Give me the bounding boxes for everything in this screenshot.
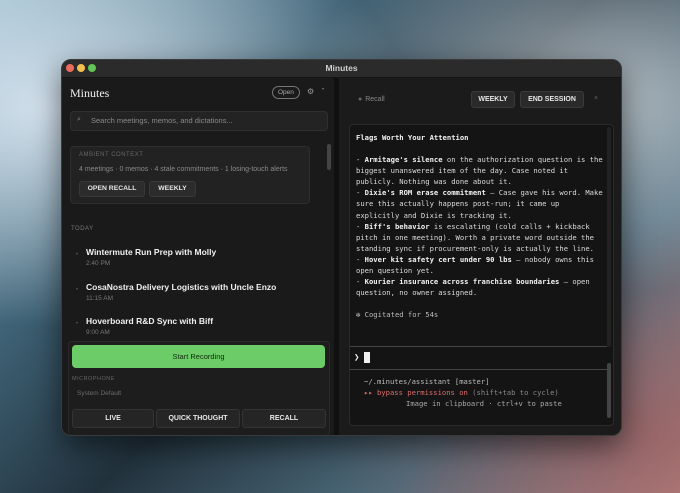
- clipboard-hint: Image in clipboard · ctrl+v to paste: [406, 399, 562, 408]
- close-icon[interactable]: ×: [594, 95, 598, 102]
- prompt-icon: ❯: [354, 353, 360, 363]
- end-session-button[interactable]: END SESSION: [520, 91, 584, 108]
- quick-thought-button[interactable]: QUICK THOUGHT: [156, 409, 240, 428]
- sidebar-pane: Minutes Open ⚙ • ⌕ Search meetings, memo…: [62, 78, 334, 435]
- terminal-scroll-track: [607, 127, 611, 347]
- flag-item: - Biff's behavior is escalating (cold ca…: [356, 221, 594, 253]
- bullet-icon: •: [76, 287, 79, 293]
- search-icon: ⌕: [77, 116, 81, 123]
- search-placeholder: Search meetings, memos, and dictations..…: [91, 116, 233, 125]
- more-dot-icon[interactable]: •: [322, 87, 324, 93]
- ambient-label: AMBIENT CONTEXT: [79, 152, 144, 158]
- recording-panel: Start Recording MICROPHONE System Defaul…: [68, 341, 330, 435]
- bullet-icon: •: [76, 321, 79, 327]
- live-button[interactable]: LIVE: [72, 409, 154, 428]
- meeting-time: 11:15 AM: [86, 295, 113, 302]
- text-cursor[interactable]: [364, 352, 370, 363]
- search-input[interactable]: ⌕ Search meetings, memos, and dictations…: [70, 111, 328, 131]
- ambient-context-card: AMBIENT CONTEXT 4 meetings · 0 memos · 4…: [70, 146, 310, 204]
- flag-item: - Kourier insurance across franchise bou…: [356, 277, 590, 298]
- app-title: Minutes: [70, 86, 110, 100]
- meeting-time: 9:00 AM: [86, 329, 110, 336]
- recall-pane: ● Recall WEEKLY END SESSION × Flags Worth…: [341, 78, 621, 435]
- section-label-today: TODAY: [71, 226, 94, 232]
- status-dot-icon: ●: [358, 96, 363, 103]
- gear-icon[interactable]: ⚙: [307, 87, 314, 96]
- sidebar-scrollbar[interactable]: [327, 144, 331, 170]
- flag-item: - Armitage's silence on the authorizatio…: [356, 155, 603, 187]
- terminal-text: Flags Worth Your Attention - Armitage's …: [356, 132, 606, 320]
- weekly-button[interactable]: WEEKLY: [149, 181, 196, 197]
- microphone-select[interactable]: System Default: [77, 390, 121, 397]
- start-recording-button[interactable]: Start Recording: [72, 345, 325, 368]
- flag-item: - Dixie's ROM erase commitment — Case ga…: [356, 188, 603, 220]
- ambient-stats: 4 meetings · 0 memos · 4 stale commitmen…: [79, 166, 288, 173]
- permissions-status: ▸▸ bypass permissions on (shift+tab to c…: [364, 388, 559, 397]
- open-recall-button[interactable]: OPEN RECALL: [79, 181, 145, 197]
- window-title: Minutes: [325, 63, 358, 73]
- cogitated-status: ✻ Cogitated for 54s: [356, 310, 439, 320]
- app-window: Minutes Minutes Open ⚙ • ⌕ Search meetin…: [61, 59, 622, 436]
- terminal-output[interactable]: Flags Worth Your Attention - Armitage's …: [349, 124, 614, 426]
- flag-item: - Hover kit safety cert under 90 lbs — n…: [356, 254, 595, 276]
- repo-path: ~/.minutes/assistant [master]: [364, 377, 490, 386]
- recall-status: ● Recall: [358, 96, 385, 103]
- recall-button[interactable]: RECALL: [242, 409, 326, 428]
- microphone-label: MICROPHONE: [72, 376, 115, 382]
- meeting-time: 2:40 PM: [86, 260, 111, 267]
- divider: [350, 369, 607, 370]
- pane-divider[interactable]: [334, 78, 339, 435]
- title-bar: Minutes: [62, 60, 621, 78]
- open-button[interactable]: Open: [272, 86, 300, 99]
- meeting-title: Wintermute Run Prep with Molly: [86, 247, 217, 257]
- terminal-heading: Flags Worth Your Attention: [356, 133, 469, 142]
- weekly-button[interactable]: WEEKLY: [471, 91, 515, 108]
- terminal-scrollbar[interactable]: [607, 363, 611, 418]
- bullet-icon: •: [76, 252, 79, 258]
- divider: [350, 346, 607, 347]
- meeting-title: Hoverboard R&D Sync with Biff: [86, 316, 214, 326]
- meeting-title: CosaNostra Delivery Logistics with Uncle…: [86, 282, 277, 292]
